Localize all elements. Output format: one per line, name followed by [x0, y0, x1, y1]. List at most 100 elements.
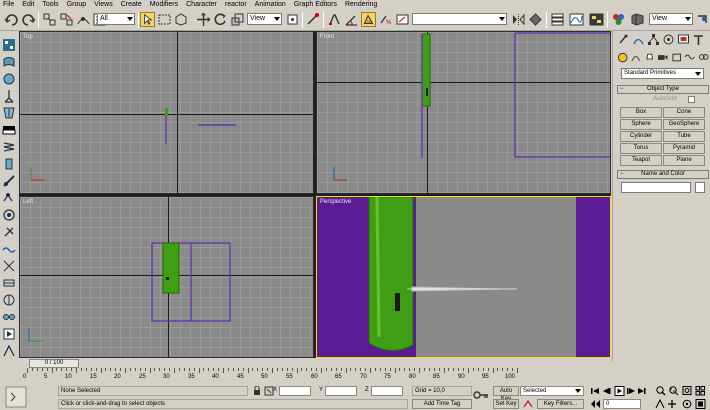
spinner-snap-icon[interactable]: % — [378, 12, 393, 27]
toy-car-icon[interactable] — [2, 208, 16, 222]
snaps-toggle-icon[interactable] — [327, 12, 342, 27]
box-button[interactable]: Box — [620, 107, 662, 118]
utilities-tab-icon[interactable] — [692, 33, 705, 46]
lights-category-icon[interactable] — [644, 52, 655, 63]
maxscript-listener-icon[interactable] — [3, 385, 29, 409]
track-bar[interactable]: 0 5 10 15 20 25 30 35 40 45 50 55 60 65 … — [19, 368, 611, 384]
pivot-center-icon[interactable] — [285, 12, 300, 27]
deforming-mesh-icon[interactable] — [2, 106, 16, 120]
viewport-top[interactable]: Top — [19, 31, 314, 194]
object-color-swatch[interactable] — [695, 182, 705, 193]
autogrid-checkbox[interactable] — [688, 96, 695, 103]
hinge-icon[interactable] — [2, 293, 16, 307]
go-to-end-icon[interactable] — [638, 388, 646, 394]
key-icon[interactable] — [473, 388, 489, 402]
rigid-body-collection-icon[interactable] — [2, 38, 16, 52]
selection-filter-dropdown[interactable]: All — [97, 13, 135, 25]
go-to-start-icon[interactable] — [591, 388, 599, 394]
hierarchy-tab-icon[interactable] — [647, 33, 660, 46]
constraint-solver-icon[interactable] — [2, 259, 16, 273]
arc-rotate-icon[interactable] — [682, 399, 692, 409]
undo-icon[interactable] — [4, 12, 19, 27]
preview-animation-icon[interactable] — [2, 327, 16, 341]
render-type-dropdown[interactable]: View — [649, 13, 693, 25]
viewport-front[interactable]: Front — [316, 31, 611, 194]
create-animation-icon[interactable] — [2, 344, 16, 358]
cameras-category-icon[interactable] — [657, 52, 668, 63]
auto-key-button[interactable]: Auto Key — [493, 386, 519, 402]
rope-collection-icon[interactable] — [2, 89, 16, 103]
rag-doll-icon[interactable] — [2, 276, 16, 290]
motion-tab-icon[interactable] — [662, 33, 675, 46]
pan-icon[interactable] — [668, 400, 676, 408]
current-frame-field[interactable]: 0 — [603, 399, 641, 409]
sphere-button[interactable]: Sphere — [620, 119, 662, 130]
viewport-label-perspective[interactable]: Perspective — [320, 199, 351, 205]
add-time-tag-button[interactable]: Add Time Tag — [412, 399, 472, 409]
wind-icon[interactable] — [2, 191, 16, 205]
zoom-extents-all-icon[interactable] — [695, 386, 705, 396]
set-key-button[interactable]: Set Key — [493, 399, 519, 409]
bind-space-warp-icon[interactable] — [76, 12, 91, 27]
y-coordinate-field[interactable] — [325, 386, 357, 396]
select-window-icon[interactable] — [174, 12, 189, 27]
create-tab-icon[interactable] — [617, 33, 630, 46]
teapot-button[interactable]: Teapot — [620, 155, 662, 166]
z-coordinate-field[interactable] — [371, 386, 403, 396]
select-and-rotate-icon[interactable] — [213, 12, 228, 27]
zoom-all-icon[interactable] — [669, 386, 679, 396]
maximize-viewport-icon[interactable] — [695, 399, 706, 409]
cylinder-button[interactable]: Cylinder — [620, 131, 662, 142]
previous-frame-icon[interactable] — [603, 388, 611, 394]
select-region-icon[interactable] — [157, 12, 172, 27]
menu-file[interactable]: File — [3, 0, 14, 9]
menu-character[interactable]: Character — [186, 0, 217, 9]
field-of-view-icon[interactable] — [655, 398, 665, 409]
play-icon[interactable] — [614, 386, 625, 396]
menu-modifiers[interactable]: Modifiers — [150, 0, 178, 9]
redo-icon[interactable] — [21, 12, 36, 27]
fracture-icon[interactable] — [2, 225, 16, 239]
time-slider[interactable]: 0 / 100 — [29, 359, 79, 368]
geosphere-button[interactable]: GeoSphere — [663, 119, 705, 130]
menu-views[interactable]: Views — [94, 0, 113, 9]
select-and-move-icon[interactable] — [196, 12, 211, 27]
align-icon[interactable] — [528, 12, 543, 27]
mirror-icon[interactable] — [511, 12, 526, 27]
menu-graph-editors[interactable]: Graph Editors — [294, 0, 337, 9]
systems-category-icon[interactable] — [698, 52, 709, 63]
key-mode-dropdown[interactable]: Selected — [520, 386, 584, 396]
key-mode-toggle-icon[interactable] — [590, 399, 602, 409]
dashpot-icon[interactable] — [2, 157, 16, 171]
reference-coordinate-dropdown[interactable]: View — [247, 13, 282, 25]
layer-manager-icon[interactable] — [550, 12, 565, 27]
primitive-category-dropdown[interactable]: Standard Primitives — [621, 68, 704, 79]
angle-snap-icon[interactable] — [344, 12, 359, 27]
menu-animation[interactable]: Animation — [255, 0, 286, 9]
cone-button[interactable]: Cone — [663, 107, 705, 118]
torus-button[interactable]: Torus — [620, 143, 662, 154]
named-selection-dropdown[interactable] — [412, 13, 507, 25]
percent-snap-icon[interactable]: % — [361, 12, 376, 27]
x-coordinate-field[interactable] — [279, 386, 311, 396]
tube-button[interactable]: Tube — [663, 131, 705, 142]
shapes-category-icon[interactable] — [630, 52, 641, 63]
menu-group[interactable]: Group — [67, 0, 86, 9]
set-keys-icon[interactable] — [522, 399, 534, 409]
menu-create[interactable]: Create — [121, 0, 142, 9]
plane-button[interactable]: Plane — [663, 155, 705, 166]
select-object-icon[interactable] — [140, 12, 155, 27]
quick-render-icon[interactable] — [695, 12, 710, 27]
menu-edit[interactable]: Edit — [22, 0, 34, 9]
menu-reactor[interactable]: reactor — [225, 0, 247, 9]
schematic-view-icon[interactable] — [589, 12, 604, 27]
viewport-left[interactable]: Left — [19, 196, 314, 358]
plane-icon[interactable] — [2, 123, 16, 137]
name-color-rollout-header[interactable]: − Name and Color — [617, 170, 709, 179]
unlink-selection-icon[interactable] — [59, 12, 74, 27]
menu-tools[interactable]: Tools — [42, 0, 58, 9]
object-name-field[interactable] — [621, 182, 691, 193]
selection-lock-icon[interactable] — [252, 386, 262, 396]
render-scene-icon[interactable] — [630, 12, 645, 27]
display-tab-icon[interactable] — [677, 33, 690, 46]
